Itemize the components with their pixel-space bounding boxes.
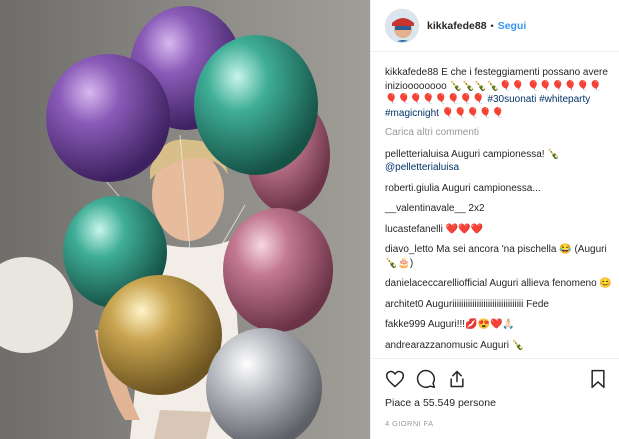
comment-item: lucastefanelli ❤️❤️❤️ — [385, 223, 613, 237]
comment-text: Auguriiiiiiiiiiiiiiiiiiiiiiiiiiiiiiii Fe… — [425, 298, 549, 310]
comment-text: ❤️❤️❤️ — [445, 223, 483, 235]
username[interactable]: kikkafede88 — [427, 20, 487, 32]
comments-section: kikkafede88 E che i festeggiamenti possa… — [385, 66, 613, 359]
comment-item: architet0 Auguriiiiiiiiiiiiiiiiiiiiiiiii… — [385, 298, 613, 312]
comment-text: 2x2 — [468, 203, 485, 214]
comment-username[interactable]: andrearazzanomusic — [385, 340, 478, 351]
comment-text: Auguri campionessa... — [441, 182, 541, 194]
avatar[interactable] — [385, 8, 419, 43]
post-photo[interactable] — [0, 0, 370, 439]
comment-username[interactable]: diavo_letto — [385, 244, 433, 255]
follow-button[interactable]: Segui — [498, 20, 527, 32]
post-timestamp[interactable]: 4 GIORNI FA — [385, 419, 434, 428]
load-more-comments[interactable]: Carica altri commenti — [385, 126, 613, 140]
likes-count[interactable]: Piace a 55.549 persone — [385, 397, 496, 409]
separator-dot: • — [490, 20, 494, 31]
heart-icon[interactable] — [385, 369, 405, 389]
comment-username[interactable]: danielaceccarelliofficial — [385, 278, 487, 289]
comment-icon[interactable] — [416, 369, 436, 389]
comment-item: diavo_letto Ma sei ancora 'na pischella … — [385, 243, 613, 270]
avatar-image — [386, 9, 418, 42]
comment-username[interactable]: fakke999 — [385, 319, 426, 330]
caption: kikkafede88 E che i festeggiamenti possa… — [385, 66, 613, 120]
comment-text: Auguri campionessa! 🍾 — [451, 148, 560, 160]
balloons-photo — [0, 0, 370, 439]
share-icon[interactable] — [447, 369, 467, 389]
comment-username[interactable]: roberti.giulia — [385, 183, 439, 194]
comment-username[interactable]: lucastefanelli — [385, 224, 443, 235]
comment-item: __valentinavale__ 2x2 — [385, 202, 613, 216]
comment-text: Auguri allieva fenomeno 😊 — [489, 278, 612, 289]
bookmark-icon[interactable] — [589, 369, 607, 389]
comment-username[interactable]: architet0 — [385, 299, 423, 310]
comment-item: pelletterialuisa Auguri campionessa! 🍾 @… — [385, 148, 613, 175]
comment-mention[interactable]: @pelletterialuisa — [385, 162, 459, 173]
comment-item: roberti.giulia Auguri campionessa... — [385, 182, 613, 196]
post-header: kikkafede88 • Segui — [371, 0, 619, 52]
comment-item: danielaceccarelliofficial Auguri allieva… — [385, 277, 613, 291]
comment-item: andrearazzanomusic Auguri 🍾 — [385, 339, 613, 353]
comment-text: Auguri!!!💋😍❤️🙏🏻 — [427, 319, 515, 330]
actions-bar: Piace a 55.549 persone 4 GIORNI FA — [371, 358, 619, 439]
action-icons — [385, 369, 467, 389]
comment-text: Auguri 🍾 — [480, 339, 525, 351]
post-details-panel: kikkafede88 • Segui kikkafede88 E che i … — [370, 0, 619, 439]
comment-username[interactable]: __valentinavale__ — [385, 203, 466, 214]
caption-username[interactable]: kikkafede88 — [385, 67, 438, 78]
comment-username[interactable]: pelletterialuisa — [385, 149, 449, 160]
comment-item: fakke999 Auguri!!!💋😍❤️🙏🏻 — [385, 318, 613, 332]
